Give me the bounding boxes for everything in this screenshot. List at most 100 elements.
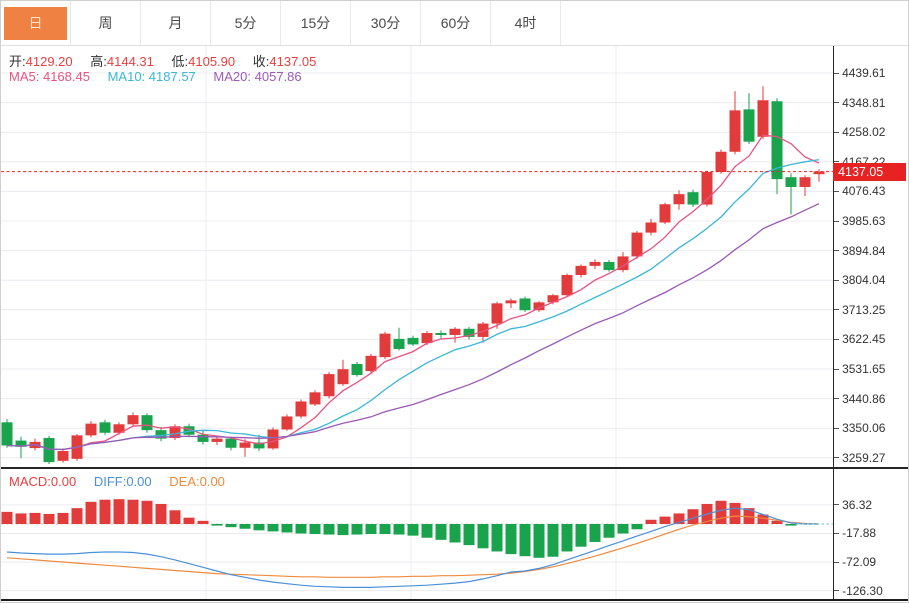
candle-body: [744, 109, 755, 141]
diff-label: DIFF:: [94, 474, 127, 489]
tab-label: 周: [99, 13, 113, 33]
macd-bar: [716, 501, 727, 524]
macd-bar: [562, 524, 573, 551]
tab-60min[interactable]: 60分: [421, 1, 491, 45]
ohlc-legend: 开:4129.20 高:4144.31 低:4105.90 收:4137.05: [9, 51, 330, 70]
macd-bar: [44, 514, 55, 524]
macd-bar: [450, 524, 461, 542]
macd-bar: [100, 500, 111, 524]
high-label: 高:: [90, 54, 107, 69]
candle-body: [506, 300, 517, 303]
macd-bar: [352, 524, 363, 535]
macd-bar: [506, 524, 517, 554]
candle-body: [632, 233, 643, 257]
macd-bar: [226, 524, 237, 527]
price-axis-label: 4258.02: [834, 124, 885, 140]
candle-body: [324, 374, 335, 396]
price-axis-label: 3622.45: [834, 331, 885, 347]
tab-month[interactable]: 月: [141, 1, 211, 45]
macd-bar: [310, 524, 321, 534]
diff-value: 0.00: [126, 474, 151, 489]
macd-bar: [478, 524, 489, 548]
candle-body: [590, 262, 601, 266]
tab-4hour[interactable]: 4时: [491, 1, 561, 45]
tab-day[interactable]: 日: [1, 1, 71, 45]
price-axis-label: 4348.81: [834, 95, 885, 111]
macd-bar: [632, 524, 643, 529]
tab-30min[interactable]: 30分: [351, 1, 421, 45]
tab-label: 4时: [515, 13, 537, 33]
candlestick-plot[interactable]: 开:4129.20 高:4144.31 低:4105.90 收:4137.05 …: [1, 46, 833, 467]
macd-axis-label: -126.30: [834, 583, 883, 599]
candle-body: [282, 416, 293, 429]
candlestick-chart: [1, 46, 834, 467]
candle-body: [142, 415, 153, 430]
ma-legend: MA5: 4168.45 MA10: 4187.57 MA20: 4057.86: [9, 69, 316, 84]
candle-body: [338, 369, 349, 384]
candle-body: [492, 303, 503, 323]
macd-bar: [142, 501, 153, 524]
macd-bar: [380, 524, 391, 534]
macd-bar: [170, 510, 181, 524]
macd-bar: [254, 524, 265, 530]
macd-panel: MACD:0.00 DIFF:0.00 DEA:0.00 36.32-17.88…: [1, 469, 908, 601]
candle-body: [310, 392, 321, 404]
macd-bar: [422, 524, 433, 538]
macd-bar: [786, 524, 797, 526]
open-label: 开:: [9, 54, 26, 69]
ma5-value: 4168.45: [43, 69, 90, 84]
candle-body: [660, 204, 671, 222]
candle-body: [716, 152, 727, 172]
current-price-badge: 4137.05: [833, 163, 906, 181]
price-axis-label: 4076.43: [834, 183, 885, 199]
macd-bar: [2, 512, 13, 524]
tab-15min[interactable]: 15分: [281, 1, 351, 45]
candle-body: [366, 356, 377, 371]
macd-bar: [324, 524, 335, 535]
macd-bar: [30, 513, 41, 524]
timeframe-tabbar: 日 周 月 5分 15分 30分 60分 4时: [1, 1, 908, 46]
candle-body: [800, 177, 811, 187]
candle-body: [562, 275, 573, 295]
macd-bar: [72, 508, 83, 524]
macd-bar: [338, 524, 349, 535]
candle-body: [58, 451, 69, 461]
close-label: 收:: [253, 54, 270, 69]
candle-body: [380, 334, 391, 357]
low-value: 4105.90: [188, 54, 235, 69]
macd-bar: [548, 524, 559, 557]
tab-5min[interactable]: 5分: [211, 1, 281, 45]
macd-bar: [212, 524, 223, 526]
price-axis: 4137.05 4439.614348.814258.024167.224076…: [833, 46, 908, 467]
macd-bar: [646, 520, 657, 524]
macd-value: 0.00: [51, 474, 76, 489]
macd-bar: [604, 524, 615, 538]
candle-body: [604, 262, 615, 270]
macd-bar: [296, 524, 307, 534]
candle-body: [786, 177, 797, 187]
chart-area: 开:4129.20 高:4144.31 低:4105.90 收:4137.05 …: [1, 46, 908, 601]
candle-body: [296, 401, 307, 416]
price-axis-label: 4439.61: [834, 65, 885, 81]
macd-plot[interactable]: MACD:0.00 DIFF:0.00 DEA:0.00: [1, 469, 833, 599]
macd-bar: [366, 524, 377, 534]
price-axis-label: 3894.84: [834, 243, 885, 259]
candle-body: [198, 435, 209, 442]
close-value: 4137.05: [269, 54, 316, 69]
macd-bar: [240, 524, 251, 529]
macd-bar: [58, 513, 69, 524]
candle-body: [758, 100, 769, 137]
macd-bar: [618, 524, 629, 534]
ma5-line: [7, 135, 819, 449]
candlestick-panel: 开:4129.20 高:4144.31 低:4105.90 收:4137.05 …: [1, 46, 908, 469]
price-axis-label: 3259.27: [834, 450, 885, 466]
candle-body: [394, 339, 405, 349]
macd-bar: [198, 521, 209, 524]
tab-label: 5分: [235, 13, 257, 33]
macd-bar: [282, 524, 293, 532]
macd-bar: [156, 504, 167, 524]
macd-bar: [184, 518, 195, 524]
candle-body: [646, 223, 657, 233]
tab-week[interactable]: 周: [71, 1, 141, 45]
candle-body: [212, 439, 223, 442]
